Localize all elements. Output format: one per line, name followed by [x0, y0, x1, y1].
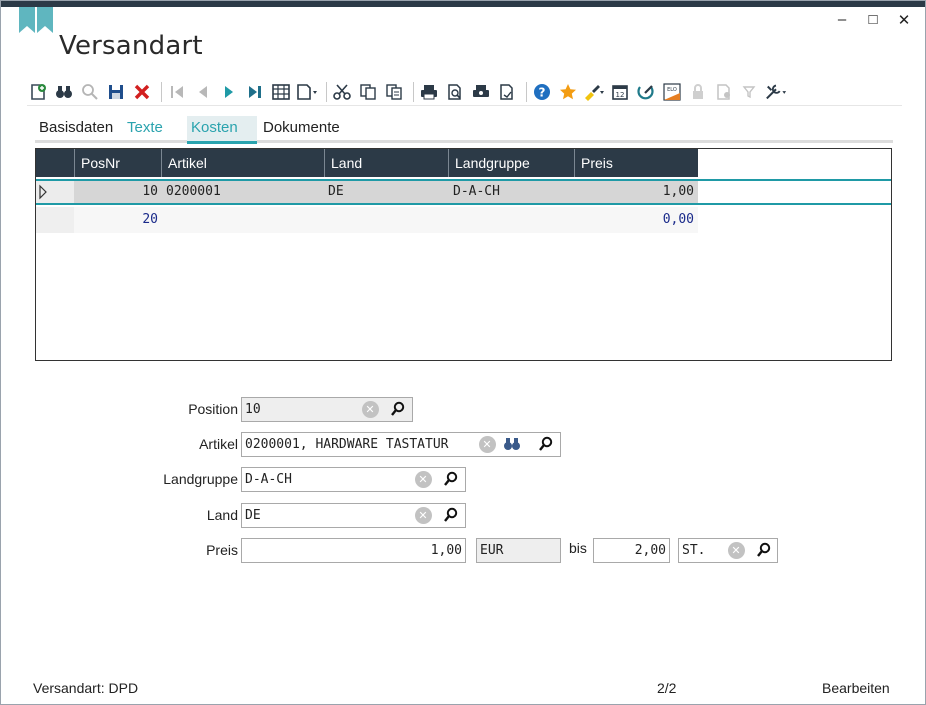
column-header-land[interactable]: Land — [324, 149, 448, 177]
toolbar: ? 12 ELO — [27, 78, 902, 106]
clear-icon[interactable]: ✕ — [360, 399, 380, 419]
toolbar-separator — [413, 81, 414, 102]
preview-icon[interactable] — [496, 81, 518, 103]
status-record-label: Versandart: DPD — [33, 680, 139, 696]
window-top-bar — [1, 1, 925, 7]
cell-posnr[interactable]: 20 — [74, 207, 158, 233]
lookup-search-icon[interactable] — [441, 469, 461, 489]
table-row[interactable]: 10 0200001 DE D-A-CH 1,00 — [36, 179, 891, 205]
toolbar-separator — [326, 81, 327, 102]
edit-icon[interactable] — [635, 81, 657, 103]
binoculars-icon[interactable] — [53, 81, 75, 103]
tab-kosten[interactable]: Kosten — [187, 116, 257, 144]
svg-text:ELO: ELO — [667, 87, 677, 93]
tools-icon[interactable] — [765, 81, 787, 103]
prev-icon[interactable] — [192, 81, 214, 103]
column-header-artikel[interactable]: Artikel — [161, 149, 324, 177]
land-label: Land — [206, 507, 238, 523]
bis-field[interactable]: 2,00 — [593, 538, 670, 563]
grid-header-indicator — [36, 149, 74, 177]
cell-landgruppe[interactable] — [453, 207, 568, 233]
tab-dokumente[interactable]: Dokumente — [259, 118, 344, 142]
help-icon[interactable]: ? — [531, 81, 553, 103]
svg-text:12: 12 — [616, 91, 625, 99]
elo-icon[interactable]: ELO — [661, 81, 683, 103]
tab-bar: Basisdaten Texte Kosten Dokumente — [35, 115, 893, 144]
maximize-icon[interactable]: □ — [863, 11, 883, 28]
table-row[interactable]: 20 0,00 — [36, 207, 891, 233]
brush-icon[interactable] — [583, 81, 605, 103]
search-icon[interactable] — [79, 81, 101, 103]
lookup-search-icon[interactable] — [441, 505, 461, 525]
bis-label: bis — [569, 540, 587, 556]
row-pointer-icon — [39, 184, 47, 200]
clear-icon[interactable]: ✕ — [477, 434, 497, 454]
tab-texte[interactable]: Texte — [123, 118, 167, 142]
lock-icon[interactable] — [687, 81, 709, 103]
svg-text:?: ? — [539, 85, 546, 99]
cell-artikel[interactable]: 0200001 — [166, 181, 316, 203]
minimize-icon[interactable]: – — [832, 11, 852, 28]
copy-icon[interactable] — [357, 81, 379, 103]
first-icon[interactable] — [166, 81, 188, 103]
cut-icon[interactable] — [331, 81, 353, 103]
new-doc-icon[interactable] — [27, 81, 49, 103]
tab-basisdaten[interactable]: Basisdaten — [35, 118, 117, 142]
clear-icon[interactable]: ✕ — [413, 469, 433, 489]
column-header-posnr[interactable]: PosNr — [74, 149, 161, 177]
cell-preis[interactable]: 1,00 — [576, 181, 694, 203]
page-title: Versandart — [59, 31, 203, 61]
favorite-star-icon[interactable] — [557, 81, 579, 103]
column-header-preis[interactable]: Preis — [574, 149, 698, 177]
doc-settings-icon[interactable] — [713, 81, 735, 103]
cell-artikel[interactable] — [166, 207, 316, 233]
close-icon[interactable]: ✕ — [894, 11, 914, 29]
position-label: Position — [188, 401, 238, 417]
artikel-label: Artikel — [199, 436, 238, 452]
preis-field[interactable]: 1,00 — [241, 538, 466, 563]
kosten-grid: PosNr Artikel Land Landgruppe Preis 10 0… — [35, 148, 892, 361]
cell-posnr[interactable]: 10 — [74, 181, 158, 203]
preis-label: Preis — [206, 542, 238, 558]
copy-doc-icon[interactable] — [296, 81, 318, 103]
row-indicator — [36, 181, 74, 203]
clear-icon[interactable]: ✕ — [413, 505, 433, 525]
print-preview-icon[interactable] — [444, 81, 466, 103]
clear-icon[interactable]: ✕ — [726, 540, 746, 560]
status-record-count: 2/2 — [657, 680, 677, 696]
table-icon[interactable] — [270, 81, 292, 103]
binoculars-icon[interactable] — [502, 434, 522, 454]
cell-land[interactable] — [328, 207, 443, 233]
cell-landgruppe[interactable]: D-A-CH — [453, 181, 568, 203]
filter-icon[interactable] — [739, 81, 761, 103]
currency-field: EUR — [476, 538, 561, 563]
next-icon[interactable] — [218, 81, 240, 103]
main-window: – □ ✕ Versandart ? 12 ELO Basisdaten Tex… — [0, 0, 926, 705]
print-setup-icon[interactable] — [470, 81, 492, 103]
print-icon[interactable] — [418, 81, 440, 103]
status-mode: Bearbeiten — [822, 680, 890, 696]
lookup-search-icon[interactable] — [536, 434, 556, 454]
lookup-search-icon[interactable] — [388, 399, 408, 419]
column-header-landgruppe[interactable]: Landgruppe — [448, 149, 574, 177]
landgruppe-label: Landgruppe — [163, 471, 238, 487]
toolbar-separator — [526, 81, 527, 102]
row-indicator — [36, 207, 74, 233]
paste-icon[interactable] — [383, 81, 405, 103]
last-icon[interactable] — [244, 81, 266, 103]
delete-icon[interactable] — [131, 81, 153, 103]
toolbar-separator — [161, 81, 162, 102]
calendar-icon[interactable]: 12 — [609, 81, 631, 103]
bookmark-icon[interactable] — [19, 7, 53, 33]
save-icon[interactable] — [105, 81, 127, 103]
cell-preis[interactable]: 0,00 — [576, 207, 694, 233]
cell-land[interactable]: DE — [328, 181, 443, 203]
grid-header: PosNr Artikel Land Landgruppe Preis — [36, 149, 698, 177]
lookup-search-icon[interactable] — [754, 540, 774, 560]
